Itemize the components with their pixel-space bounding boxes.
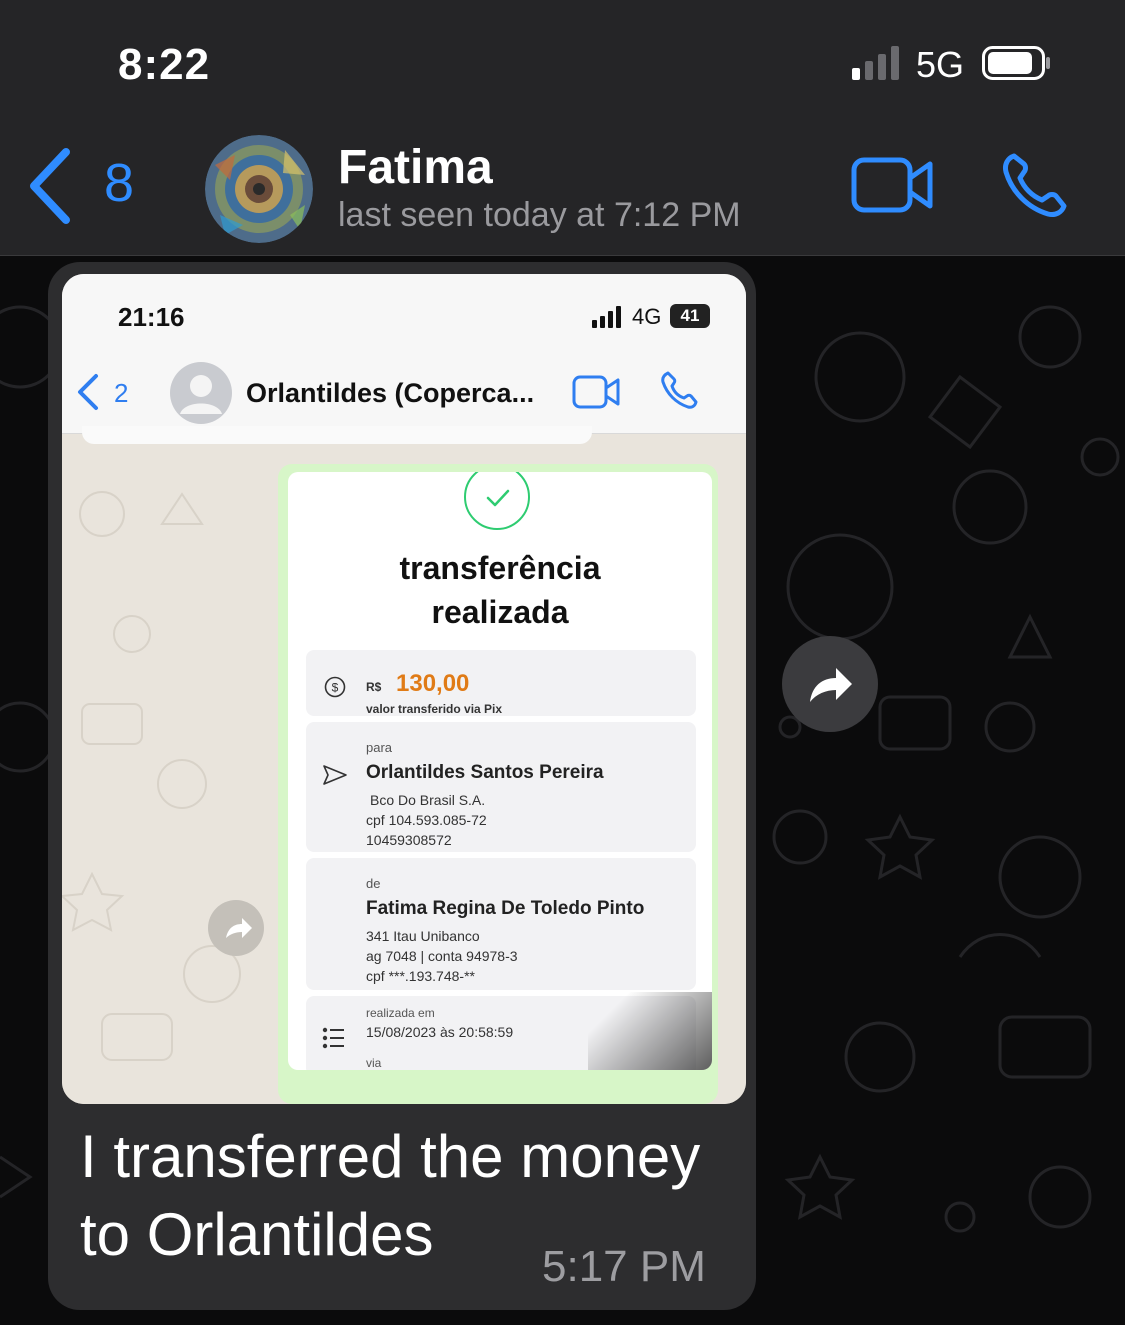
battery-icon [982,46,1050,80]
receipt-title-line1: transferência [399,550,601,586]
message-time: 5:17 PM [542,1242,706,1291]
recipient-name: Orlantildes Santos Pereira [366,762,604,783]
recipient-account: 10459308572 [366,832,452,848]
unread-count[interactable]: 8 [104,152,134,214]
currency-label: R$ [366,680,382,694]
signal-icon [852,46,899,80]
avatar-image [205,135,313,243]
from-label: de [366,876,381,891]
attachment-avatar [170,362,232,424]
sender-card: de Fatima Regina De Toledo Pinto 341 Ita… [306,858,696,990]
receipt-title-line2: realizada [431,594,569,630]
attachment-status-bar: 21:16 4G 41 [62,274,746,352]
list-icon [322,1027,344,1049]
receipt-title: transferência realizada [288,546,712,634]
transfer-receipt: transferência realizada $ R$ 130,00 valo… [288,472,712,1070]
status-time: 8:22 [118,40,211,89]
attachment-phone-icon [661,371,698,409]
attachment-battery: 41 [670,304,710,328]
date-value: 15/08/2023 às 20:58:59 [366,1024,514,1040]
via-label: via [366,1056,382,1070]
attachment-video-icon [572,375,620,409]
contact-avatar[interactable] [205,135,313,243]
top-bar: 8:22 5G 8 Fatima last seen today at 7:12… [0,0,1125,256]
previous-bubble-edge [82,426,592,444]
amount-note: valor transferido via Pix [366,702,503,716]
recipient-cpf: cpf 104.593.085-72 [366,812,487,828]
attachment-back-icon [78,374,98,410]
date-label: realizada em [366,1006,435,1020]
recipient-card: para Orlantildes Santos Pereira Bco Do B… [306,722,696,852]
attachment-signal-icon [592,306,621,328]
sender-name: Fatima Regina De Toledo Pinto [366,898,645,919]
sender-cpf: cpf ***.193.748-** [366,968,475,984]
to-label: para [366,740,393,755]
sender-agency: ag 7048 | conta 94978-3 [366,948,518,964]
send-icon [323,765,347,785]
transfer-amount: 130,00 [396,670,470,697]
attachment-back-count: 2 [114,378,129,408]
attachment-network: 4G [632,304,662,329]
network-label: 5G [916,44,965,85]
attachment-forward-icon [208,900,264,956]
recipient-bank: Bco Do Brasil S.A. [370,792,486,808]
forward-icon [810,668,852,702]
person-icon [180,375,222,414]
contact-name[interactable]: Fatima [338,140,493,195]
check-icon [464,472,530,530]
forward-button[interactable] [782,636,878,732]
amount-card: $ R$ 130,00 valor transferido via Pix [306,650,696,716]
phone-icon[interactable] [1000,150,1070,220]
image-shadow [588,992,712,1070]
svg-text:$: $ [332,681,339,695]
back-chevron-icon[interactable] [26,146,86,226]
attachment-status-time: 21:16 [118,302,185,332]
attachment-chat-header: 2 Orlantildes (Coperca... [62,352,746,434]
last-seen-status: last seen today at 7:12 PM [338,196,741,234]
video-camera-icon[interactable] [850,154,934,216]
attachment-contact-name: Orlantildes (Coperca... [246,378,535,408]
money-icon: $ [324,676,346,698]
image-attachment[interactable]: 21:16 4G 41 2 Orlantildes (Coperca... tr… [62,274,746,1104]
sender-bank: 341 Itau Unibanco [366,928,480,944]
